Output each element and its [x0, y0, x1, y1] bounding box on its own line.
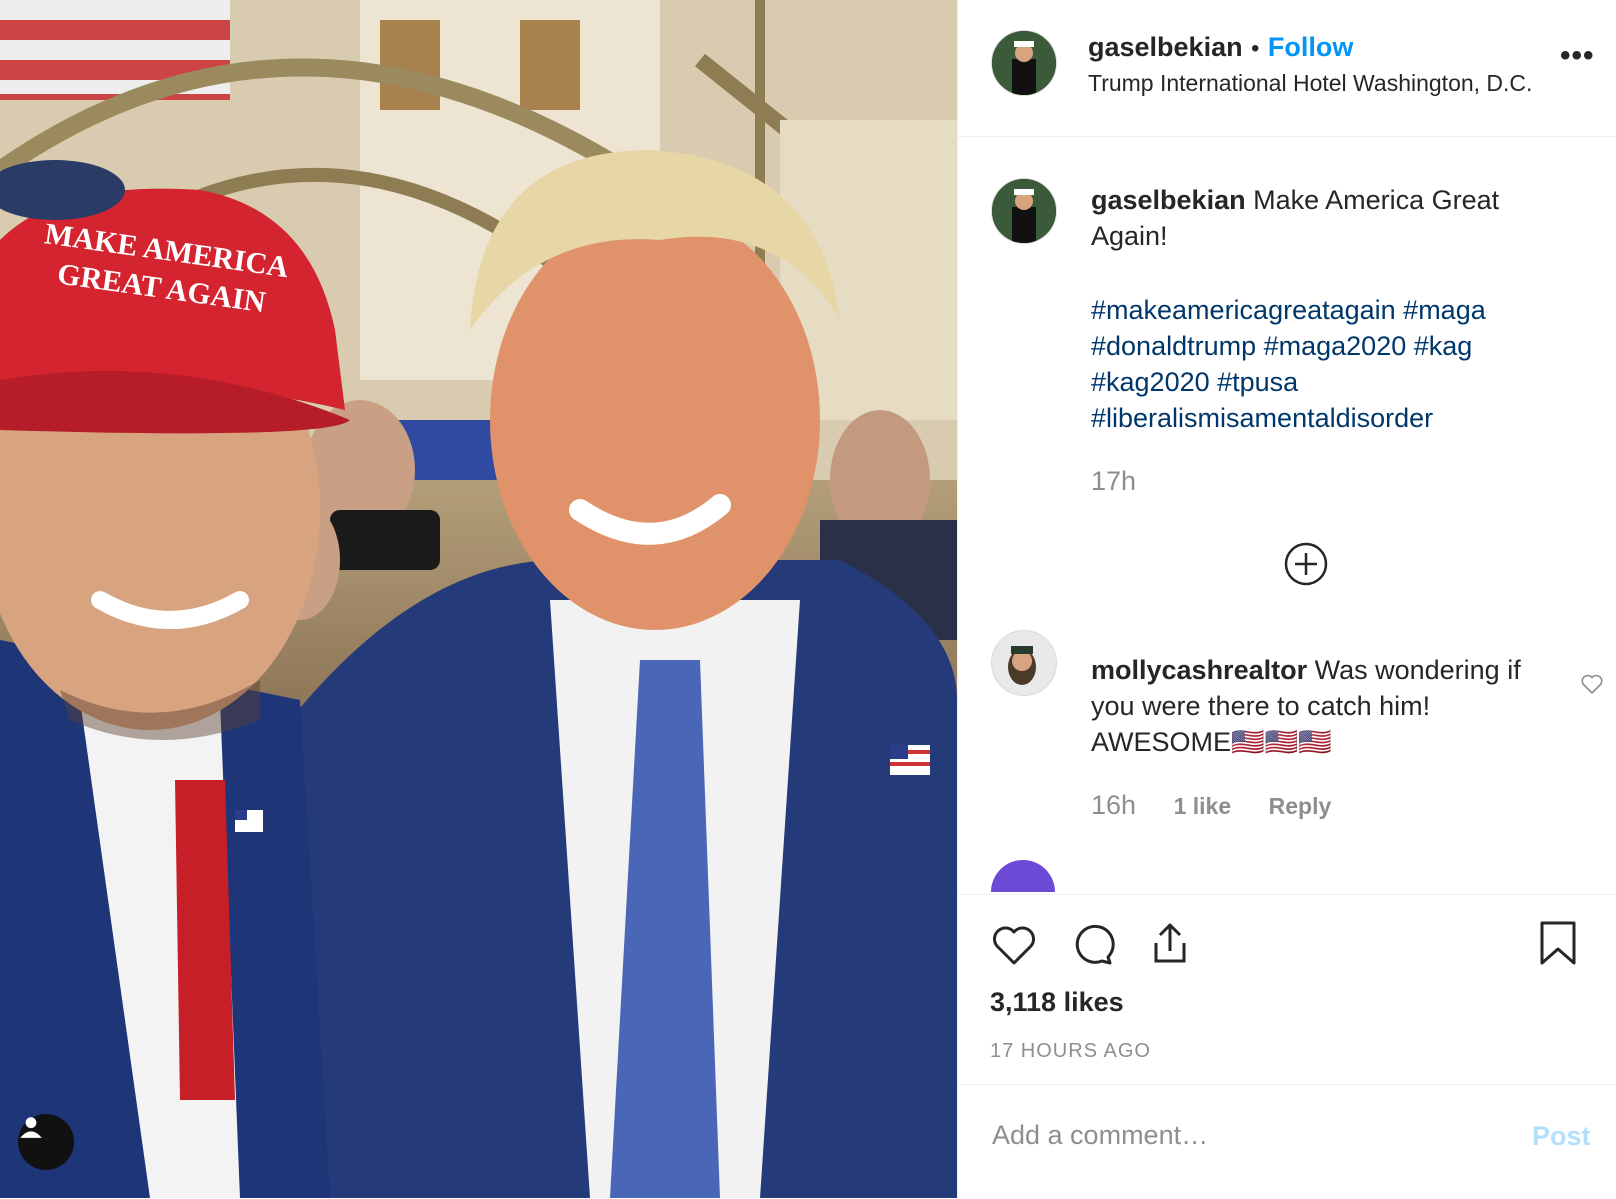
comment-icon[interactable]: [1068, 921, 1116, 969]
post-hashtags[interactable]: #makeamericagreatagain #maga #donaldtrum…: [1091, 292, 1571, 436]
comment-username[interactable]: mollycashrealtor: [1091, 655, 1307, 685]
author-username[interactable]: gaselbekian: [1088, 32, 1243, 62]
caption-avatar[interactable]: [991, 178, 1057, 244]
avatar-image: [992, 179, 1056, 243]
post-caption: gaselbekian Make America Great Again!: [1091, 182, 1571, 254]
comment-meta: 16h 1 like Reply: [1091, 790, 1361, 821]
caption-timestamp: 17h: [1091, 466, 1137, 496]
author-avatar[interactable]: [991, 30, 1057, 96]
post-timestamp: 17 HOURS AGO: [990, 1040, 1151, 1062]
caption-username[interactable]: gaselbekian: [1091, 185, 1246, 215]
post-photo[interactable]: MAKE AMERICA GREAT AGAIN: [0, 0, 957, 1198]
header-separator: •: [1251, 35, 1260, 62]
instagram-post-view: MAKE AMERICA GREAT AGAIN gaselbekian • F…: [0, 0, 1616, 1198]
user-tag-icon: [20, 1117, 42, 1138]
user-tag-button[interactable]: [18, 1114, 74, 1170]
next-comment-clipped: [958, 858, 1616, 892]
avatar-image: [992, 31, 1056, 95]
comment-body: mollycashrealtor Was wondering if you we…: [1091, 652, 1551, 760]
bookmark-icon[interactable]: [1534, 919, 1582, 967]
post-comment-button[interactable]: Post: [1532, 1121, 1591, 1152]
comment-like-count[interactable]: 1 like: [1174, 793, 1232, 819]
post-location[interactable]: Trump International Hotel Washington, D.…: [1088, 70, 1532, 97]
comment-avatar[interactable]: [991, 630, 1057, 696]
comment-avatar[interactable]: [991, 860, 1055, 892]
more-icon[interactable]: •••: [1560, 41, 1595, 71]
add-comment-input[interactable]: [990, 1112, 1474, 1158]
photo-illustration: [0, 0, 957, 1198]
comment-like-heart-icon[interactable]: [1580, 672, 1604, 696]
add-circle-icon[interactable]: [1284, 542, 1328, 586]
like-count[interactable]: 3,118 likes: [990, 987, 1124, 1018]
comment-reply-button[interactable]: Reply: [1269, 793, 1332, 819]
follow-button[interactable]: Follow: [1268, 32, 1353, 62]
comment-timestamp: 16h: [1091, 790, 1137, 820]
share-icon[interactable]: [1146, 919, 1194, 967]
header-title-row: gaselbekian • Follow: [1088, 32, 1353, 63]
post-details-pane: gaselbekian • Follow Trump International…: [957, 0, 1616, 1198]
post-header: gaselbekian • Follow Trump International…: [958, 0, 1616, 137]
heart-icon[interactable]: [990, 921, 1038, 969]
avatar-image: [992, 631, 1056, 695]
